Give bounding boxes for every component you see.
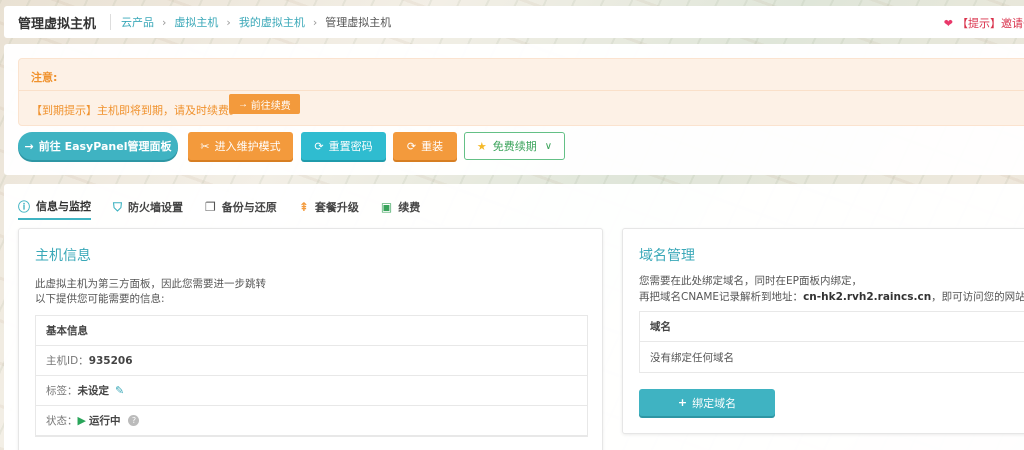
bind-domain-label: 绑定域名: [692, 396, 737, 410]
table-header: 基本信息: [36, 316, 587, 346]
domain-desc-suffix: ，即可访问您的网站: [931, 291, 1024, 303]
tab-label: 续费: [398, 201, 421, 214]
host-id-label: 主机ID：: [46, 355, 89, 367]
domain-description: 您需要在此处绑定域名，同时在EP面板内绑定， 再把域名CNAME记录解析到地址：…: [639, 273, 1024, 305]
play-circle-icon: ▶: [77, 414, 86, 427]
plus-icon: +: [677, 396, 688, 409]
copy-icon: ❐: [205, 200, 216, 214]
cname-address: cn-hk2.rvh2.raincs.cn: [803, 291, 932, 303]
info-circle-icon: ⓘ: [18, 199, 31, 214]
easypanel-label: 前往 EasyPanel管理面板: [38, 140, 172, 153]
main-panel: ⓘ 信息与监控 ⛉ 防火墙设置 ❐ 备份与还原 ⇞ 套餐升级 ▣ 续费 主机信息…: [4, 184, 1024, 450]
host-info-description: 此虚拟主机为第三方面板，因此您需要进一步跳转 以下提供您可能需要的信息:: [35, 277, 266, 307]
notice-text: 【到期提示】主机即将到期，请及时续费。: [31, 104, 240, 117]
host-desc-line1: 此虚拟主机为第三方面板，因此您需要进一步跳转: [35, 278, 266, 290]
tag-label: 标签：: [46, 385, 78, 397]
domain-desc-line1: 您需要在此处绑定域名，同时在EP面板内绑定，: [639, 275, 862, 287]
expiry-notice: 注意: 【到期提示】主机即将到期，请及时续费。 → 前往续费: [18, 58, 1024, 126]
maintenance-label: 进入维护模式: [214, 140, 281, 153]
invite-tip[interactable]: ❤ 【提示】邀请一: [944, 15, 1024, 31]
domain-desc-prefix: 再把域名CNAME记录解析到地址：: [639, 291, 804, 303]
bind-domain-button[interactable]: + 绑定域名: [639, 389, 775, 416]
money-icon: ▣: [380, 200, 393, 214]
domain-management-card: 域名管理 您需要在此处绑定域名，同时在EP面板内绑定， 再把域名CNAME记录解…: [622, 228, 1024, 434]
tools-icon: ✂: [200, 139, 210, 153]
notice-title: 注意:: [31, 71, 58, 84]
status-label: 状态：: [46, 415, 78, 427]
question-circle-icon[interactable]: ?: [128, 415, 140, 426]
free-renew-label: 免费续期: [492, 140, 537, 153]
breadcrumb-bar: 管理虚拟主机 云产品 › 虚拟主机 › 我的虚拟主机 › 管理虚拟主机 ❤ 【提…: [4, 6, 1024, 38]
tag-value: 未设定: [77, 385, 110, 397]
host-desc-line2: 以下提供您可能需要的信息:: [35, 293, 165, 305]
shield-icon: ⛉: [113, 199, 123, 214]
tab-label: 信息与监控: [36, 200, 92, 213]
tab-bar: ⓘ 信息与监控 ⛉ 防火墙设置 ❐ 备份与还原 ⇞ 套餐升级 ▣ 续费: [18, 194, 442, 220]
arrow-right-icon: →: [24, 139, 34, 153]
easypanel-button[interactable]: → 前往 EasyPanel管理面板: [18, 132, 178, 160]
tab-renew[interactable]: ▣ 续费: [381, 194, 420, 220]
basic-info-table: 基本信息 主机ID： 935206 标签： 未设定 ✎ 状态： ▶ 运行中 ?: [35, 315, 588, 437]
page-title: 管理虚拟主机: [18, 16, 97, 32]
notice-divider: [19, 90, 1024, 91]
host-info-card: 主机信息 此虚拟主机为第三方面板，因此您需要进一步跳转 以下提供您可能需要的信息…: [18, 228, 603, 450]
chevron-right-icon: ›: [162, 15, 167, 29]
breadcrumb-cloud-products[interactable]: 云产品: [121, 14, 154, 30]
tab-label: 防火墙设置: [128, 201, 184, 214]
tab-label: 套餐升级: [314, 201, 359, 214]
domain-desc-line2: 再把域名CNAME记录解析到地址：cn-hk2.rvh2.raincs.cn，即…: [639, 289, 1024, 305]
tab-firewall[interactable]: ⛉ 防火墙设置: [113, 194, 183, 220]
reset-password-button[interactable]: ⟳ 重置密码: [301, 132, 386, 160]
breadcrumb-current: 管理虚拟主机: [325, 16, 392, 29]
status-value: 运行中: [88, 415, 121, 427]
double-chevron-up-icon: ⇞: [298, 200, 309, 214]
tab-info-monitor[interactable]: ⓘ 信息与监控: [18, 194, 92, 220]
tab-backup-restore[interactable]: ❐ 备份与还原: [205, 194, 277, 220]
refresh-icon: ⟳: [406, 139, 417, 153]
breadcrumb-my-virtual-hosts[interactable]: 我的虚拟主机: [239, 14, 305, 30]
title-divider: [110, 14, 112, 30]
refresh-icon: ⟳: [314, 139, 324, 153]
host-id-value: 935206: [88, 354, 133, 367]
domain-table: 域名 没有绑定任何域名: [639, 311, 1024, 373]
host-info-title: 主机信息: [35, 248, 91, 264]
chevron-right-icon: ›: [226, 15, 231, 29]
domain-title: 域名管理: [639, 248, 695, 264]
go-renew-button[interactable]: → 前往续费: [229, 94, 300, 114]
star-icon: ★: [476, 139, 487, 153]
reset-password-label: 重置密码: [328, 140, 373, 153]
reinstall-button[interactable]: ⟳ 重装: [393, 132, 457, 160]
host-id-row: 主机ID： 935206: [36, 346, 587, 376]
notice-actions-panel: 注意: 【到期提示】主机即将到期，请及时续费。 → 前往续费 → 前往 Easy…: [4, 44, 1024, 175]
maintenance-mode-button[interactable]: ✂ 进入维护模式: [188, 132, 293, 160]
tab-plan-upgrade[interactable]: ⇞ 套餐升级: [299, 194, 359, 220]
arrow-right-icon: →: [238, 98, 251, 110]
tab-label: 备份与还原: [221, 201, 277, 214]
reinstall-label: 重装: [421, 140, 444, 153]
tag-row: 标签： 未设定 ✎: [36, 376, 587, 406]
status-row: 状态： ▶ 运行中 ?: [36, 406, 587, 436]
domain-table-header: 域名: [640, 312, 1024, 342]
edit-icon[interactable]: ✎: [115, 384, 124, 397]
free-renew-dropdown[interactable]: ★ 免费续期 ∨: [464, 132, 565, 160]
breadcrumb-virtual-host[interactable]: 虚拟主机: [174, 14, 218, 30]
chevron-right-icon: ›: [312, 15, 318, 29]
chevron-down-icon: ∨: [544, 140, 553, 152]
hearts-icon: ❤: [943, 16, 953, 30]
domain-empty-row: 没有绑定任何域名: [650, 351, 734, 364]
go-renew-label: 前往续费: [250, 100, 291, 112]
invite-tip-text: 【提示】邀请一: [957, 17, 1024, 30]
